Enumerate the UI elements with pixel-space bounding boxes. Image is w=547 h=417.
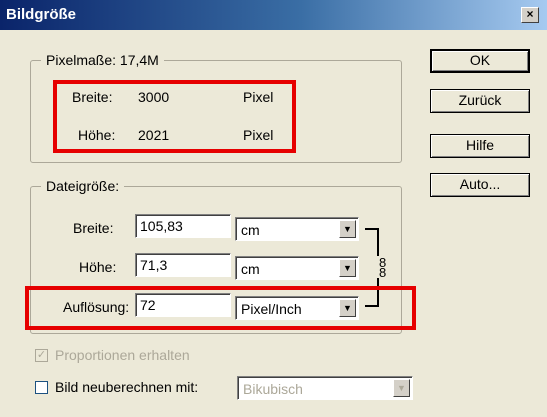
resample-method-select[interactable]: Bikubisch ▼ [237, 376, 413, 400]
doc-width-value: 105,83 [140, 218, 183, 234]
doc-height-unit-value: cm [241, 261, 260, 277]
chain-link-icon: 8 [379, 265, 387, 280]
doc-width-input[interactable]: 105,83 [135, 214, 231, 238]
chevron-down-icon[interactable]: ▼ [339, 220, 356, 238]
auto-button[interactable]: Auto... [430, 173, 530, 197]
ok-button[interactable]: OK [430, 49, 530, 73]
resample-image-checkbox[interactable] [35, 381, 48, 394]
check-icon: ✓ [36, 349, 47, 361]
chevron-down-icon[interactable]: ▼ [339, 259, 356, 277]
window-title: Bildgröße [6, 6, 76, 23]
document-size-legend: Dateigröße: [41, 178, 125, 194]
doc-width-label: Breite: [73, 220, 114, 236]
image-size-dialog: Bildgröße × Pixelmaße: 17,4M Breite: 300… [0, 0, 547, 417]
doc-height-unit-select[interactable]: cm ▼ [235, 256, 359, 280]
doc-height-input[interactable]: 71,3 [135, 253, 231, 277]
resolution-highlight [25, 286, 416, 330]
close-icon: × [526, 7, 534, 21]
doc-height-label: Höhe: [79, 259, 117, 275]
help-button[interactable]: Hilfe [430, 134, 530, 158]
doc-width-unit-value: cm [241, 222, 260, 238]
pixel-dimensions-legend: Pixelmaße: 17,4M [41, 52, 164, 68]
resample-image-label: Bild neuberechnen mit: [55, 379, 199, 395]
close-button[interactable]: × [521, 7, 539, 23]
back-button[interactable]: Zurück [430, 89, 530, 113]
pixel-dimensions-highlight [53, 80, 296, 153]
doc-width-unit-select[interactable]: cm ▼ [235, 217, 359, 241]
constrain-proportions-label: Proportionen erhalten [55, 347, 190, 363]
doc-height-value: 71,3 [140, 257, 168, 273]
resample-method-value: Bikubisch [243, 381, 303, 397]
constrain-proportions-checkbox[interactable]: ✓ [35, 349, 48, 362]
title-bar: Bildgröße × [0, 0, 547, 30]
chevron-down-icon[interactable]: ▼ [393, 379, 410, 397]
